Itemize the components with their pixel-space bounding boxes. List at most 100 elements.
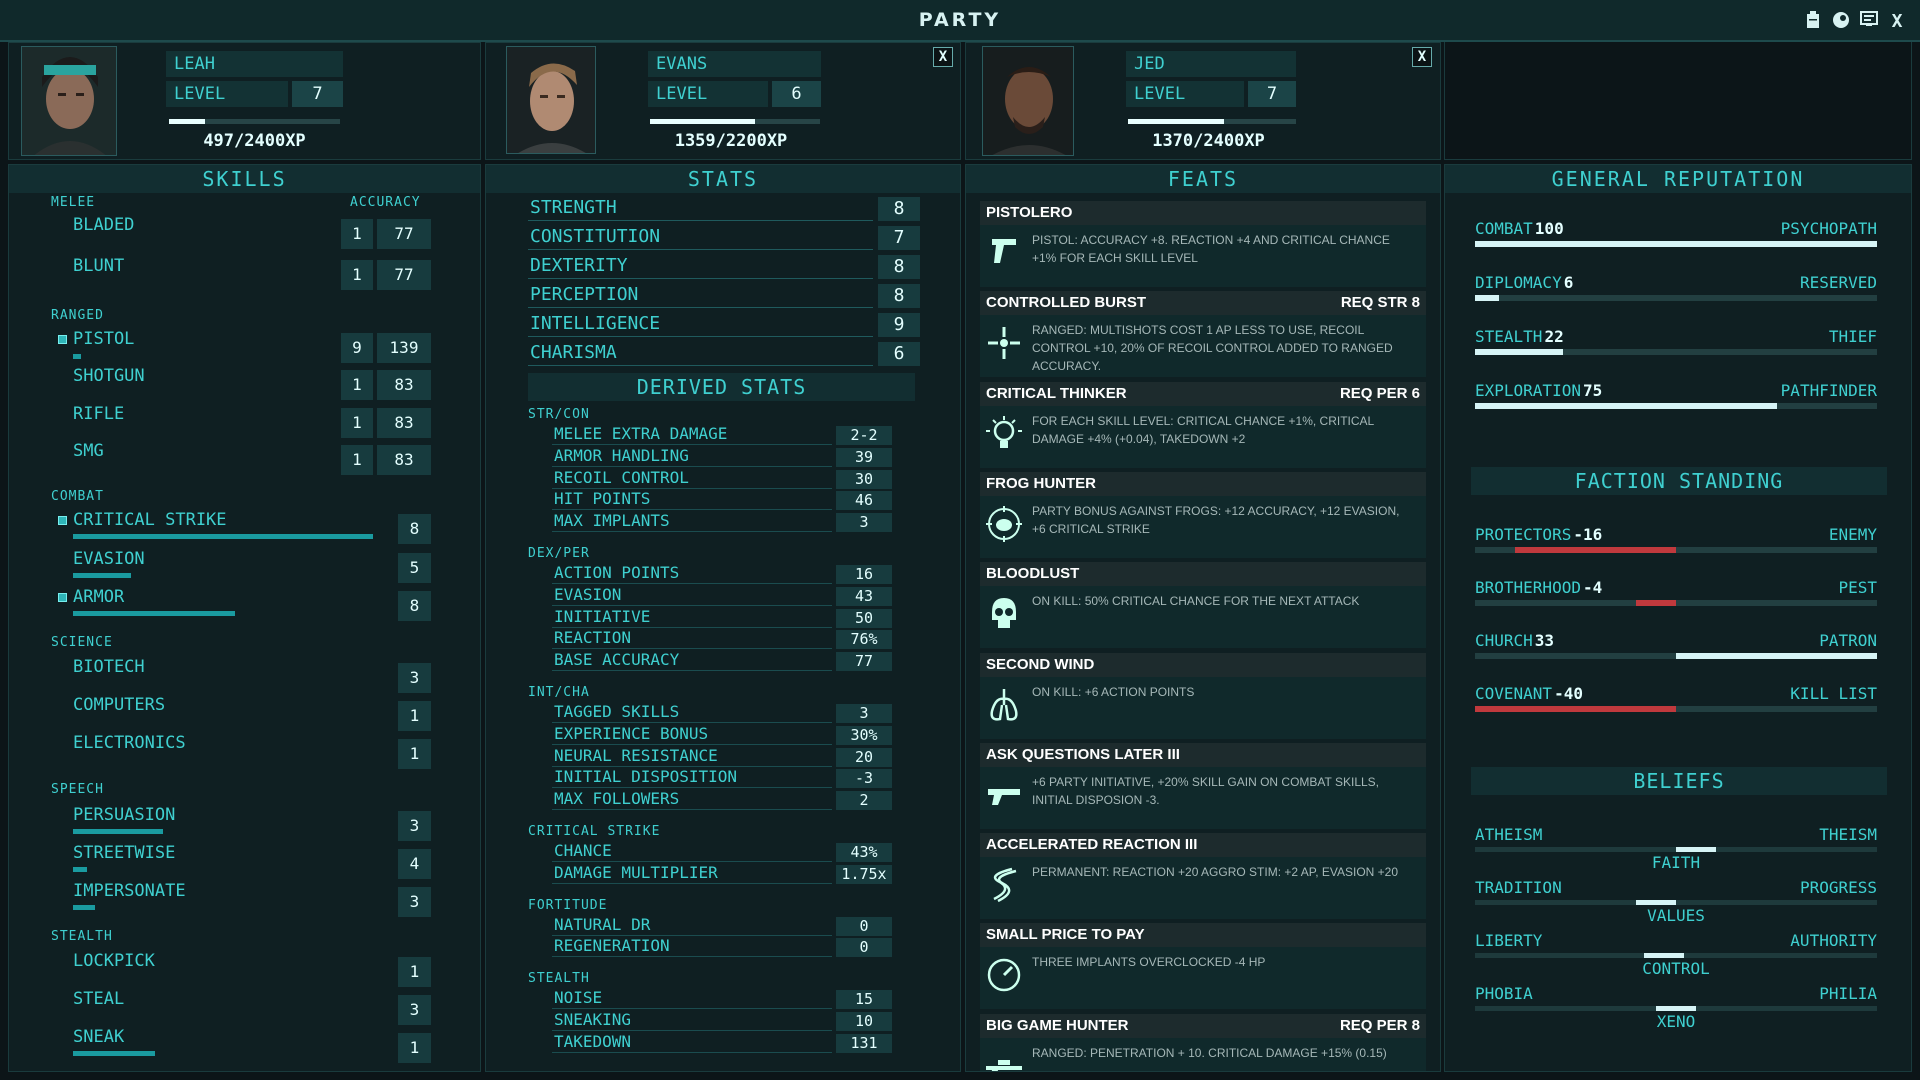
skill-row-computers[interactable]: COMPUTERS 1 bbox=[9, 695, 480, 731]
skill-level: 4 bbox=[398, 849, 431, 879]
reputation-bar bbox=[1475, 403, 1877, 409]
derived-stat-value: 50 bbox=[836, 608, 892, 628]
skills-header: SKILLS bbox=[9, 165, 480, 193]
reputation-bar-fill bbox=[1475, 295, 1500, 301]
skill-row-steal[interactable]: STEAL 3 bbox=[9, 989, 480, 1025]
faction-row[interactable]: BROTHERHOOD -4 PEST bbox=[1475, 578, 1877, 608]
remove-member-button[interactable]: X bbox=[933, 47, 953, 67]
belief-row[interactable]: LIBERTY AUTHORITY CONTROL bbox=[1475, 931, 1877, 981]
skill-row-smg[interactable]: SMG 1 83 bbox=[9, 441, 480, 477]
derived-stat-row[interactable]: TAKEDOWN bbox=[552, 1032, 832, 1053]
skill-row-critical-strike[interactable]: CRITICAL STRIKE 8 bbox=[9, 510, 480, 546]
member-name: JED bbox=[1126, 51, 1296, 77]
derived-stat-name: REACTION bbox=[554, 628, 632, 648]
derived-stat-row[interactable]: REGENERATION bbox=[552, 936, 832, 958]
skill-row-blunt[interactable]: BLUNT 1 77 bbox=[9, 256, 480, 292]
derived-stat-row[interactable]: HIT POINTS bbox=[552, 489, 832, 511]
stat-row[interactable]: CHARISMA bbox=[528, 342, 873, 366]
window-close-button[interactable]: X bbox=[1886, 11, 1908, 33]
faction-row[interactable]: COVENANT -40 KILL LIST bbox=[1475, 684, 1877, 714]
faction-row[interactable]: CHURCH 33 PATRON bbox=[1475, 631, 1877, 661]
reputation-row[interactable]: STEALTH 22 THIEF bbox=[1475, 327, 1877, 357]
reputation-bar-fill bbox=[1475, 349, 1564, 355]
belief-row[interactable]: PHOBIA PHILIA XENO bbox=[1475, 984, 1877, 1034]
derived-stat-row[interactable]: CHANCE bbox=[552, 841, 832, 862]
feat-card[interactable]: CONTROLLED BURST REQ STR 8 RANGED: MULTISH… bbox=[980, 291, 1426, 378]
derived-stat-name: NATURAL DR bbox=[554, 914, 651, 934]
xp-text: 497/2400XP bbox=[203, 131, 306, 151]
derived-stat-row[interactable]: EVASION bbox=[552, 585, 832, 606]
skill-level: 1 bbox=[341, 260, 373, 290]
derived-stat-row[interactable]: MAX FOLLOWERS bbox=[552, 789, 832, 811]
faction-row[interactable]: PROTECTORS -16 ENEMY bbox=[1475, 525, 1877, 555]
stat-row[interactable]: CONSTITUTION bbox=[528, 226, 873, 250]
feat-card[interactable]: ACCELERATED REACTION III PERMANENT: REACT… bbox=[980, 833, 1426, 920]
feat-card[interactable]: SMALL PRICE TO PAY THREE IMPLANTS OVERCLO… bbox=[980, 923, 1426, 1010]
derived-stat-name: ACTION POINTS bbox=[554, 563, 680, 582]
portrait-evans[interactable] bbox=[506, 46, 596, 154]
empty-member-slot[interactable] bbox=[1444, 42, 1912, 160]
portrait-leah[interactable] bbox=[21, 46, 117, 156]
derived-stat-row[interactable]: INITIAL DISPOSITION bbox=[552, 767, 832, 789]
skill-row-armor[interactable]: ARMOR 8 bbox=[9, 587, 480, 623]
derived-stat-row[interactable]: INITIATIVE bbox=[552, 607, 832, 628]
derived-stat-row[interactable]: RECOIL CONTROL bbox=[552, 468, 832, 489]
skill-row-bladed[interactable]: BLADED 1 77 bbox=[9, 215, 480, 251]
portrait-jed[interactable] bbox=[982, 46, 1074, 156]
feat-card[interactable]: BIG GAME HUNTER REQ PER 8 RANGED: PENETRAT… bbox=[980, 1013, 1426, 1071]
skill-row-persuasion[interactable]: PERSUASION 3 bbox=[9, 805, 480, 841]
character-icon[interactable] bbox=[1830, 11, 1852, 33]
feat-card[interactable]: PISTOLERO PISTOL: ACCURACY +8. REACTION +… bbox=[980, 201, 1426, 287]
stat-row[interactable]: PERCEPTION bbox=[528, 284, 873, 308]
stat-row[interactable]: DEXTERITY bbox=[528, 255, 873, 279]
derived-stat-row[interactable]: MELEE EXTRA DAMAGE bbox=[552, 424, 832, 445]
faction-value: 33 bbox=[1534, 631, 1555, 650]
derived-stat-row[interactable]: NOISE bbox=[552, 988, 832, 1010]
skill-row-rifle[interactable]: RIFLE 1 83 bbox=[9, 404, 480, 440]
belief-row[interactable]: ATHEISM THEISM FAITH bbox=[1475, 825, 1877, 875]
derived-stat-row[interactable]: EXPERIENCE BONUS bbox=[552, 724, 832, 745]
derived-stat-value: 15 bbox=[836, 990, 892, 1010]
derived-stat-row[interactable]: REACTION bbox=[552, 628, 832, 650]
feat-card[interactable]: CRITICAL THINKER REQ PER 6 FOR EACH SKILL … bbox=[980, 381, 1426, 468]
reputation-row[interactable]: COMBAT 100 PSYCHOPATH bbox=[1475, 219, 1877, 249]
skill-row-impersonate[interactable]: IMPERSONATE 3 bbox=[9, 881, 480, 917]
level-label: LEVEL bbox=[648, 81, 768, 107]
reputation-row[interactable]: DIPLOMACY 6 RESERVED bbox=[1475, 273, 1877, 303]
inventory-icon[interactable] bbox=[1802, 11, 1824, 33]
derived-stat-row[interactable]: BASE ACCURACY bbox=[552, 650, 832, 672]
reputation-row[interactable]: EXPLORATION 75 PATHFINDER bbox=[1475, 381, 1877, 411]
derived-stat-row[interactable]: SNEAKING bbox=[552, 1010, 832, 1031]
skill-row-streetwise[interactable]: STREETWISE 4 bbox=[9, 843, 480, 879]
derived-stat-row[interactable]: MAX IMPLANTS bbox=[552, 511, 832, 533]
skill-row-evasion[interactable]: EVASION 5 bbox=[9, 549, 480, 585]
belief-left: PHOBIA bbox=[1475, 984, 1533, 1003]
feat-card[interactable]: SECOND WIND ON KILL: +6 ACTION POINTS bbox=[980, 652, 1426, 739]
skill-row-biotech[interactable]: BIOTECH 3 bbox=[9, 657, 480, 693]
skill-name: LOCKPICK bbox=[73, 951, 155, 971]
remove-member-button[interactable]: X bbox=[1412, 47, 1432, 67]
faction-rank: PATRON bbox=[1819, 631, 1877, 650]
derived-stat-row[interactable]: ARMOR HANDLING bbox=[552, 446, 832, 467]
derived-stat-name: NOISE bbox=[554, 988, 603, 1008]
derived-stat-name: SNEAKING bbox=[554, 1010, 632, 1029]
feat-card[interactable]: BLOODLUST ON KILL: 50% CRITICAL CHANCE FO… bbox=[980, 562, 1426, 649]
feat-card[interactable]: FROG HUNTER PARTY BONUS AGAINST FROGS: +1… bbox=[980, 471, 1426, 558]
stat-row[interactable]: INTELLIGENCE bbox=[528, 313, 873, 337]
derived-stat-row[interactable]: ACTION POINTS bbox=[552, 563, 832, 584]
skill-row-lockpick[interactable]: LOCKPICK 1 bbox=[9, 951, 480, 987]
gun-icon bbox=[984, 775, 1024, 815]
derived-stat-row[interactable]: NATURAL DR bbox=[552, 914, 832, 936]
derived-stat-row[interactable]: DAMAGE MULTIPLIER bbox=[552, 863, 832, 884]
derived-stat-row[interactable]: NEURAL RESISTANCE bbox=[552, 746, 832, 767]
reputation-value: 22 bbox=[1544, 327, 1564, 346]
feat-card[interactable]: ASK QUESTIONS LATER III +6 PARTY INITIATI… bbox=[980, 742, 1426, 829]
skill-row-pistol[interactable]: PISTOL 9 139 bbox=[9, 329, 480, 365]
belief-row[interactable]: TRADITION PROGRESS VALUES bbox=[1475, 878, 1877, 928]
skill-row-sneak[interactable]: SNEAK 1 bbox=[9, 1027, 480, 1063]
skill-row-electronics[interactable]: ELECTRONICS 1 bbox=[9, 733, 480, 769]
skill-row-shotgun[interactable]: SHOTGUN 1 83 bbox=[9, 366, 480, 402]
journal-icon[interactable] bbox=[1858, 11, 1880, 33]
derived-stat-row[interactable]: TAGGED SKILLS bbox=[552, 702, 832, 723]
stat-row[interactable]: STRENGTH bbox=[528, 197, 873, 221]
